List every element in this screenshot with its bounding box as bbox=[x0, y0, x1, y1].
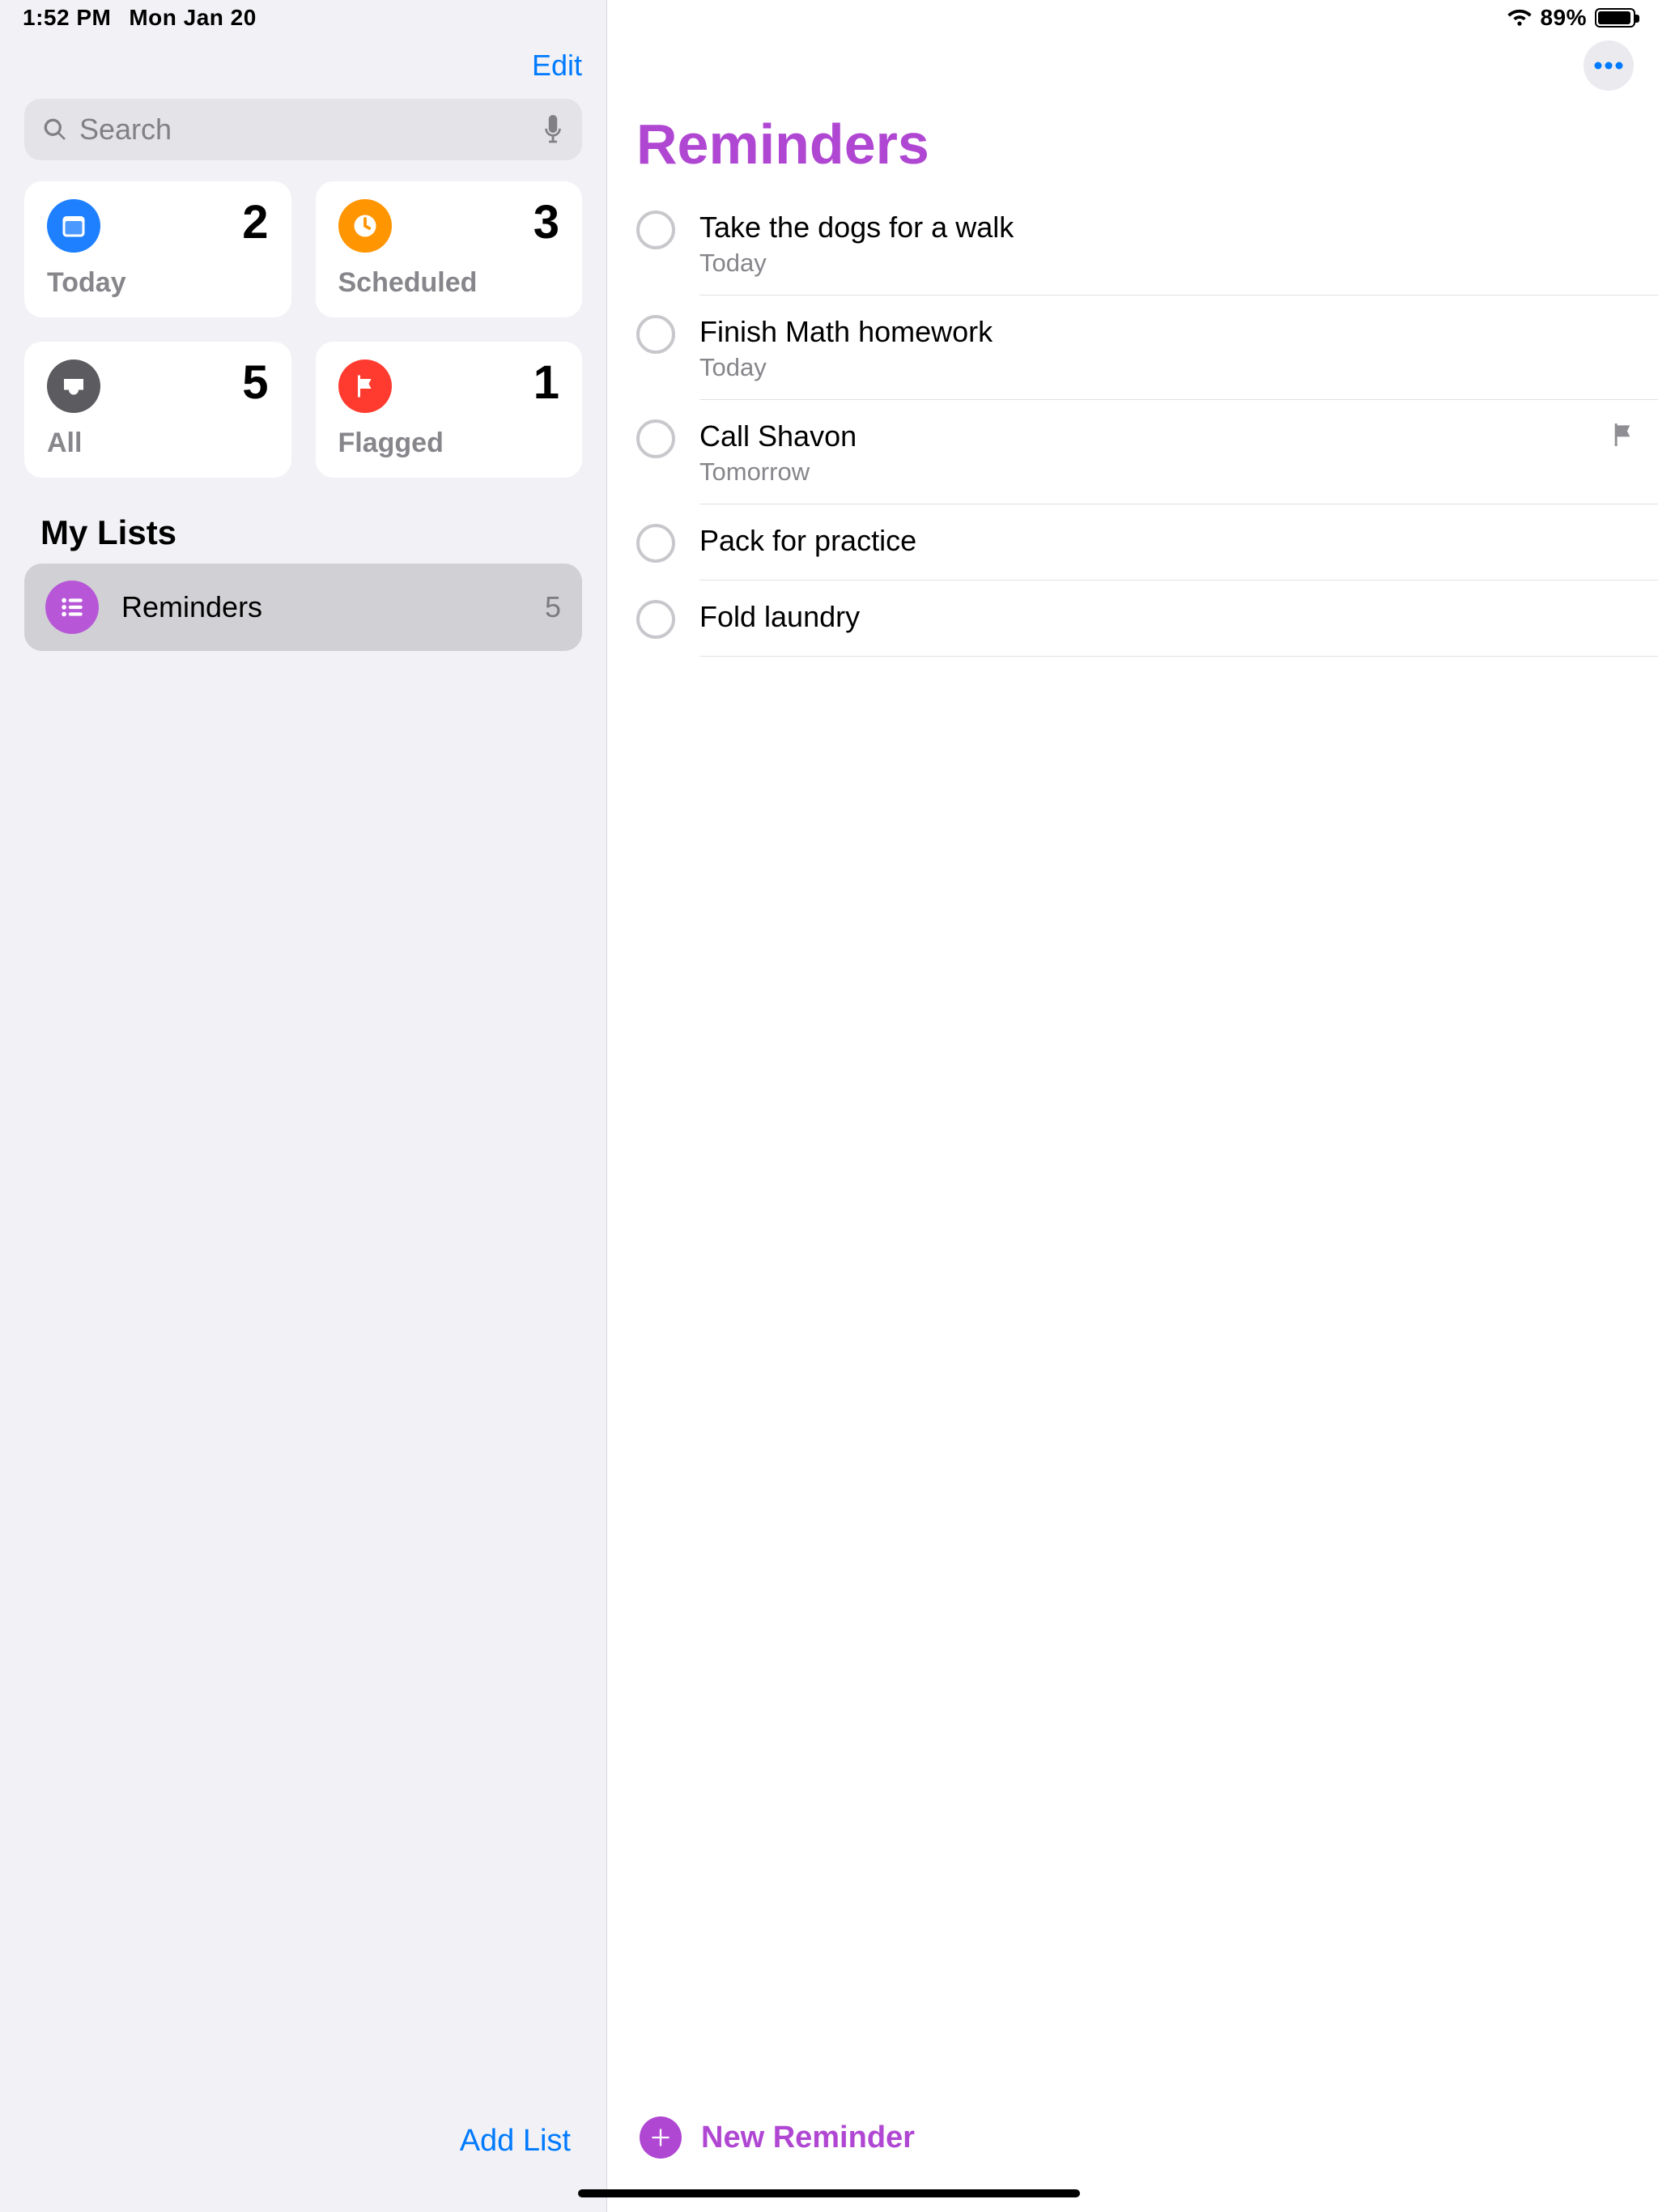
reminder-title: Pack for practice bbox=[699, 522, 1629, 559]
inbox-icon bbox=[47, 359, 100, 413]
search-input[interactable] bbox=[79, 113, 530, 147]
reminder-title: Take the dogs for a walk bbox=[699, 209, 1629, 245]
home-indicator bbox=[578, 2189, 1080, 2197]
calendar-icon bbox=[47, 199, 100, 253]
smart-list-today[interactable]: 2 Today bbox=[24, 181, 291, 317]
sidebar: Edit 2 Today 3 Scheduled bbox=[0, 0, 607, 2212]
sidebar-list-reminders[interactable]: Reminders 5 bbox=[24, 564, 582, 651]
reminders-list: Take the dogs for a walkTodayFinish Math… bbox=[607, 191, 1658, 657]
edit-button[interactable]: Edit bbox=[532, 49, 582, 83]
reminder-row[interactable]: Finish Math homework Today bbox=[607, 296, 1658, 400]
ellipsis-icon bbox=[1593, 61, 1624, 70]
plus-circle-icon bbox=[640, 2116, 682, 2159]
reminder-row[interactable]: Take the dogs for a walk Today bbox=[607, 191, 1658, 296]
sidebar-list-name: Reminders bbox=[121, 590, 522, 624]
more-options-button[interactable] bbox=[1584, 40, 1634, 91]
reminder-complete-toggle[interactable] bbox=[636, 315, 675, 354]
add-list-button[interactable]: Add List bbox=[460, 2124, 571, 2159]
main-panel: Reminders Take the dogs for a walkTodayF… bbox=[607, 0, 1658, 2212]
reminder-complete-toggle[interactable] bbox=[636, 600, 675, 639]
list-title: Reminders bbox=[607, 91, 1658, 191]
flag-icon bbox=[338, 359, 392, 413]
reminder-complete-toggle[interactable] bbox=[636, 419, 675, 458]
reminder-title: Finish Math homework bbox=[699, 313, 1629, 350]
reminder-row[interactable]: Call ShavonTomorrow bbox=[607, 400, 1658, 504]
search-field[interactable] bbox=[24, 99, 582, 160]
flag-icon bbox=[1611, 421, 1634, 449]
clock-icon bbox=[338, 199, 392, 253]
list-bullet-icon bbox=[45, 581, 99, 634]
sidebar-list-count: 5 bbox=[545, 590, 561, 624]
reminder-row[interactable]: Pack for practice bbox=[607, 504, 1658, 581]
smart-list-flagged[interactable]: 1 Flagged bbox=[316, 342, 583, 478]
my-lists-heading: My Lists bbox=[0, 502, 606, 560]
reminder-title: Call Shavon bbox=[699, 418, 1629, 454]
reminder-subtitle: Tomorrow bbox=[699, 457, 1629, 487]
search-icon bbox=[42, 117, 68, 143]
microphone-icon[interactable] bbox=[542, 115, 564, 144]
reminder-row[interactable]: Fold laundry bbox=[607, 581, 1658, 657]
reminder-complete-toggle[interactable] bbox=[636, 211, 675, 249]
smart-list-scheduled[interactable]: 3 Scheduled bbox=[316, 181, 583, 317]
reminder-subtitle: Today bbox=[699, 353, 1629, 382]
reminder-subtitle: Today bbox=[699, 249, 1629, 278]
new-reminder-label: New Reminder bbox=[701, 2121, 915, 2155]
reminder-complete-toggle[interactable] bbox=[636, 524, 675, 563]
reminder-title: Fold laundry bbox=[699, 598, 1629, 635]
smart-list-all[interactable]: 5 All bbox=[24, 342, 291, 478]
